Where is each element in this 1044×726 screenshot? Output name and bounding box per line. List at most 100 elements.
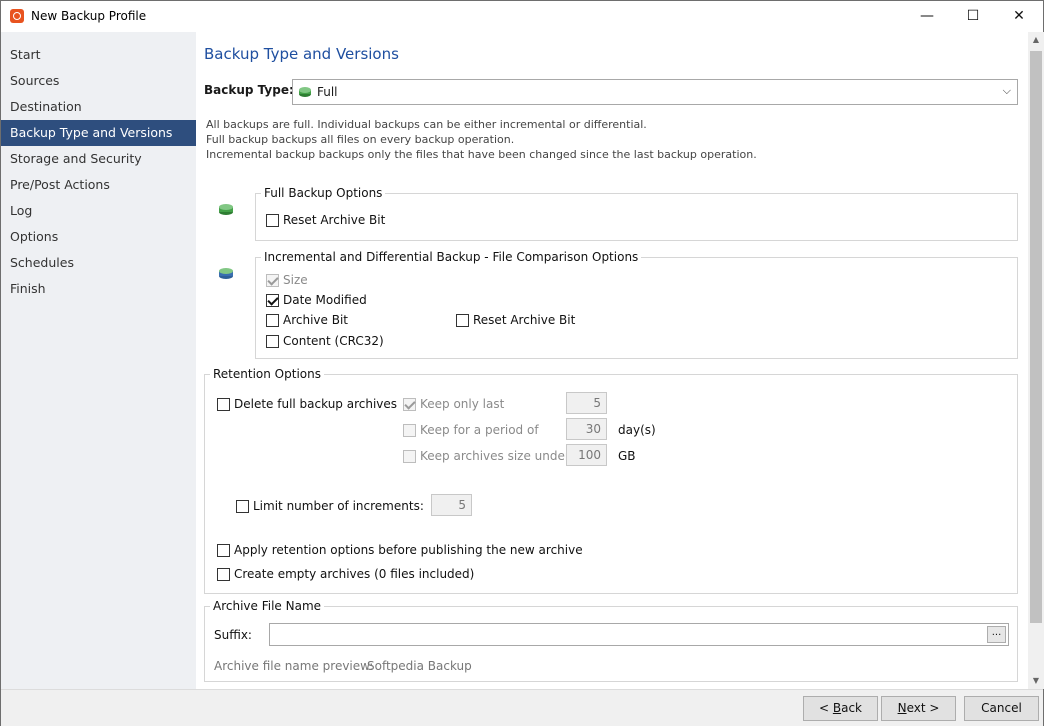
back-prefix: <: [818, 701, 833, 715]
scroll-down-icon[interactable]: ▼: [1028, 673, 1044, 689]
sidebar: Start Sources Destination Backup Type an…: [1, 32, 196, 689]
full-backup-options-group: Full Backup Options Reset Archive Bit: [255, 186, 1018, 241]
checkbox-box[interactable]: [403, 423, 416, 437]
checkbox-label: Limit number of increments:: [253, 499, 424, 513]
next-rest: ext >: [906, 701, 940, 715]
checkbox-box[interactable]: [217, 543, 230, 557]
retention-options-group: Retention Options Delete full backup arc…: [204, 367, 1018, 594]
vertical-scrollbar[interactable]: ▲ ▼: [1028, 32, 1044, 689]
keep-size-input[interactable]: 100: [566, 444, 607, 466]
checkbox-label: Keep only last: [420, 397, 505, 411]
keep-only-last-checkbox[interactable]: Keep only last: [403, 397, 504, 411]
checkbox-label: Create empty archives (0 files included): [234, 567, 475, 581]
delete-full-archives-checkbox[interactable]: Delete full backup archives: [217, 397, 397, 411]
chevron-down-icon: ⌵: [1002, 84, 1011, 97]
keep-period-unit: day(s): [618, 423, 656, 437]
maximize-button[interactable]: ☐: [950, 1, 996, 32]
checkbox-box[interactable]: [403, 449, 416, 463]
checkbox-label: Archive Bit: [283, 313, 348, 327]
next-mnemonic: N: [897, 701, 907, 715]
reset-archive-bit-incremental-checkbox[interactable]: Reset Archive Bit: [456, 313, 575, 327]
window: New Backup Profile — ☐ ✕ Start Sources D…: [0, 0, 1044, 726]
full-backup-stack-icon: [219, 204, 233, 215]
suffix-input[interactable]: ...: [269, 623, 1009, 646]
preview-value: Softpedia Backup: [367, 659, 472, 673]
window-title: New Backup Profile: [31, 9, 147, 23]
checkbox-box[interactable]: [403, 397, 416, 411]
sidebar-item-sources[interactable]: Sources: [1, 68, 196, 94]
size-checkbox[interactable]: Size: [266, 273, 308, 287]
title-bar: New Backup Profile — ☐ ✕: [1, 1, 1043, 32]
checkbox-label: Keep archives size under: [420, 449, 570, 463]
description-line-2: Full backup backups all files on every b…: [206, 133, 515, 146]
sidebar-item-pre-post-actions[interactable]: Pre/Post Actions: [1, 172, 196, 198]
next-button[interactable]: Next >: [881, 696, 956, 721]
checkbox-label: Size: [283, 273, 308, 287]
incremental-options-title: Incremental and Differential Backup - Fi…: [261, 250, 642, 264]
backup-type-select[interactable]: Full ⌵: [292, 79, 1018, 105]
incremental-options-group: Incremental and Differential Backup - Fi…: [255, 250, 1018, 359]
preview-label: Archive file name preview:: [214, 659, 374, 673]
backup-type-value: Full: [317, 85, 338, 99]
checkbox-box[interactable]: [266, 313, 279, 327]
sidebar-item-finish[interactable]: Finish: [1, 276, 196, 302]
keep-only-last-input[interactable]: 5: [566, 392, 607, 414]
sidebar-item-schedules[interactable]: Schedules: [1, 250, 196, 276]
description-line-1: All backups are full. Individual backups…: [206, 118, 647, 131]
page-title: Backup Type and Versions: [204, 45, 399, 63]
minimize-button[interactable]: —: [904, 1, 950, 32]
archive-file-name-title: Archive File Name: [210, 599, 325, 613]
back-button[interactable]: < Back: [803, 696, 878, 721]
browse-button[interactable]: ...: [987, 626, 1006, 643]
close-button[interactable]: ✕: [996, 1, 1042, 32]
checkbox-box[interactable]: [266, 213, 279, 227]
checkbox-label: Date Modified: [283, 293, 367, 307]
cancel-button[interactable]: Cancel: [964, 696, 1039, 721]
content-crc32-checkbox[interactable]: Content (CRC32): [266, 334, 384, 348]
limit-increments-checkbox[interactable]: Limit number of increments:: [236, 499, 424, 513]
keep-period-checkbox[interactable]: Keep for a period of: [403, 423, 539, 437]
archive-bit-checkbox[interactable]: Archive Bit: [266, 313, 348, 327]
footer-bar: < Back Next > Cancel: [1, 689, 1043, 726]
limit-increments-input[interactable]: 5: [431, 494, 472, 516]
full-backup-options-title: Full Backup Options: [261, 186, 386, 200]
create-empty-archives-checkbox[interactable]: Create empty archives (0 files included): [217, 567, 474, 581]
date-modified-checkbox[interactable]: Date Modified: [266, 293, 367, 307]
checkbox-label: Reset Archive Bit: [283, 213, 386, 227]
checkbox-box[interactable]: [266, 293, 279, 307]
checkbox-label: Apply retention options before publishin…: [234, 543, 583, 557]
description-line-3: Incremental backup backups only the file…: [206, 148, 757, 161]
scroll-thumb[interactable]: [1030, 51, 1042, 623]
apply-retention-before-checkbox[interactable]: Apply retention options before publishin…: [217, 543, 583, 557]
sidebar-item-destination[interactable]: Destination: [1, 94, 196, 120]
suffix-label: Suffix:: [214, 628, 252, 642]
archive-file-name-group: Archive File Name Suffix: ... Archive fi…: [204, 599, 1018, 682]
reset-archive-bit-full-checkbox[interactable]: Reset Archive Bit: [266, 213, 385, 227]
checkbox-box[interactable]: [266, 273, 279, 287]
checkbox-label: Keep for a period of: [420, 423, 539, 437]
back-mnemonic: B: [832, 701, 842, 715]
checkbox-label: Delete full backup archives: [234, 397, 398, 411]
backup-type-label: Backup Type:: [204, 83, 294, 97]
retention-options-title: Retention Options: [210, 367, 324, 381]
checkbox-box[interactable]: [217, 567, 230, 581]
checkbox-label: Reset Archive Bit: [473, 313, 576, 327]
checkbox-box[interactable]: [236, 499, 249, 513]
sidebar-item-backup-type[interactable]: Backup Type and Versions: [1, 120, 196, 146]
green-stack-icon: [299, 87, 311, 97]
app-icon: [10, 9, 24, 23]
checkbox-box[interactable]: [217, 397, 230, 411]
checkbox-box[interactable]: [266, 334, 279, 348]
incremental-backup-stack-icon: [219, 268, 233, 279]
keep-period-input[interactable]: 30: [566, 418, 607, 440]
sidebar-item-options[interactable]: Options: [1, 224, 196, 250]
sidebar-item-start[interactable]: Start: [1, 42, 196, 68]
back-rest: ack: [841, 701, 862, 715]
keep-size-checkbox[interactable]: Keep archives size under: [403, 449, 570, 463]
sidebar-item-log[interactable]: Log: [1, 198, 196, 224]
scroll-up-icon[interactable]: ▲: [1028, 32, 1044, 48]
keep-size-unit: GB: [618, 449, 636, 463]
checkbox-box[interactable]: [456, 313, 469, 327]
sidebar-item-storage-security[interactable]: Storage and Security: [1, 146, 196, 172]
main-content: Backup Type and Versions Backup Type: Fu…: [196, 32, 1028, 689]
